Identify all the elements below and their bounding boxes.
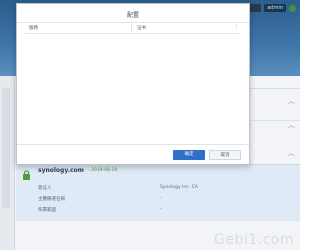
- cert-row-label: 主體備選名稱: [38, 197, 65, 202]
- system-tray: admin: [247, 2, 296, 14]
- column-header-certificate[interactable]: 证书: [137, 25, 146, 31]
- user-menu-button[interactable]: admin: [264, 4, 286, 12]
- certificate-expiry-date: - 2019-08-19: [88, 168, 118, 173]
- service-table-header: 服務 证书 ⋮: [25, 23, 241, 34]
- cert-row-label: 簽证人: [38, 186, 52, 191]
- cert-row-label: 佈署範圍: [38, 208, 56, 213]
- cancel-button[interactable]: 取消: [209, 150, 241, 160]
- dialog-divider: [17, 144, 249, 145]
- dialog-title: 配置: [126, 12, 139, 19]
- cert-row-value: -: [160, 196, 162, 201]
- certificate-domain: synology.com: [38, 167, 84, 174]
- ok-button[interactable]: 确定: [173, 150, 205, 160]
- chevron-up-icon[interactable]: ︿: [288, 98, 295, 105]
- watermark: Gebi1.com: [214, 232, 294, 248]
- chevron-up-icon[interactable]: ︿: [288, 122, 295, 129]
- chevron-up-icon[interactable]: ︿: [288, 150, 295, 157]
- cert-row-value: -: [160, 207, 162, 212]
- configure-dialog: 配置 服務 证书 ⋮ 确定 取消: [16, 3, 250, 165]
- lock-icon: [23, 170, 30, 180]
- column-separator[interactable]: [131, 24, 132, 32]
- column-header-service[interactable]: 服務: [29, 25, 38, 31]
- app-sidebar-scroll[interactable]: [2, 88, 10, 208]
- status-icon[interactable]: [289, 4, 296, 12]
- cert-row-value: Synology Inc. CA: [160, 185, 198, 190]
- column-menu-icon[interactable]: ⋮: [234, 24, 239, 30]
